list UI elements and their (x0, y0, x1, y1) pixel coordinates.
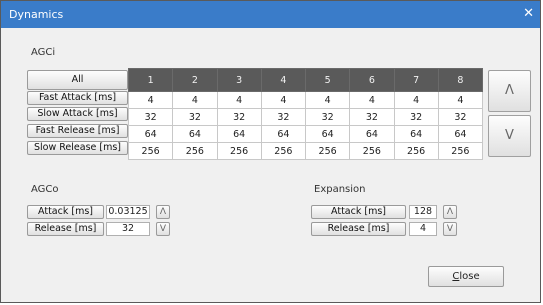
value-cell[interactable]: 4 (172, 91, 218, 109)
value-cell[interactable]: 64 (393, 125, 439, 143)
value-cell[interactable]: 32 (304, 108, 351, 126)
value-cell[interactable]: 256 (216, 142, 262, 160)
value-cell[interactable]: 256 (349, 142, 395, 160)
value-cell[interactable]: 4 (304, 91, 351, 109)
expansion-increase-button[interactable]: Λ (443, 205, 457, 219)
value-cell[interactable]: 256 (260, 142, 307, 160)
agco-attack-value[interactable]: 0.03125 (106, 205, 150, 219)
fast-attack-button[interactable]: Fast Attack [ms] (27, 91, 128, 105)
value-cell[interactable]: 64 (172, 125, 218, 143)
channel-header[interactable]: 2 (172, 68, 218, 92)
value-cell[interactable]: 4 (260, 91, 307, 109)
expansion-release-button[interactable]: Release [ms] (311, 222, 406, 236)
close-window-icon[interactable]: ✕ (523, 6, 534, 21)
agco-release-value[interactable]: 32 (106, 222, 150, 236)
value-cell[interactable]: 32 (216, 108, 262, 126)
increase-button[interactable]: Λ (488, 70, 531, 112)
title-bar: Dynamics ✕ (1, 1, 540, 28)
channel-header[interactable]: 6 (349, 68, 395, 92)
value-cell[interactable]: 4 (437, 91, 484, 109)
window-title: Dynamics (9, 8, 64, 21)
close-label: lose (459, 271, 480, 282)
value-cell[interactable]: 256 (393, 142, 439, 160)
value-cell[interactable]: 32 (260, 108, 307, 126)
channel-header-row: 1 2 3 4 5 6 7 8 (127, 68, 484, 92)
table-row: 4 4 4 4 4 4 4 4 (127, 91, 484, 109)
channel-header[interactable]: 4 (260, 68, 307, 92)
value-cell[interactable]: 256 (304, 142, 351, 160)
agco-release-button[interactable]: Release [ms] (27, 222, 104, 236)
chevron-up-icon: Λ (505, 83, 514, 98)
agco-attack-button[interactable]: Attack [ms] (27, 205, 104, 219)
expansion-release-value[interactable]: 4 (409, 222, 437, 236)
chevron-down-icon: V (505, 128, 514, 143)
channel-header[interactable]: 5 (304, 68, 351, 92)
chevron-down-icon: V (446, 224, 454, 234)
dynamics-dialog: Dynamics ✕ AGCi All Fast Attack [ms] Slo… (0, 0, 541, 303)
expansion-attack-button[interactable]: Attack [ms] (311, 205, 406, 219)
expansion-section-label: Expansion (314, 184, 366, 195)
table-row: 64 64 64 64 64 64 64 64 (127, 125, 484, 143)
value-cell[interactable]: 64 (216, 125, 262, 143)
value-cell[interactable]: 64 (437, 125, 484, 143)
value-cell[interactable]: 256 (437, 142, 484, 160)
channel-header[interactable]: 3 (216, 68, 262, 92)
channel-header[interactable]: 7 (393, 68, 439, 92)
value-cell[interactable]: 64 (127, 125, 174, 143)
channel-header[interactable]: 8 (437, 68, 484, 92)
value-cell[interactable]: 64 (260, 125, 307, 143)
agco-increase-button[interactable]: Λ (156, 205, 170, 219)
value-cell[interactable]: 32 (349, 108, 395, 126)
value-cell[interactable]: 32 (437, 108, 484, 126)
agco-section-label: AGCo (31, 184, 59, 195)
chevron-up-icon: Λ (159, 207, 167, 217)
fast-release-button[interactable]: Fast Release [ms] (27, 124, 128, 138)
slow-attack-button[interactable]: Slow Attack [ms] (27, 107, 128, 121)
agci-table: 1 2 3 4 5 6 7 8 4 4 4 4 4 4 4 4 32 32 32… (127, 68, 484, 160)
table-row: 256 256 256 256 256 256 256 256 (127, 142, 484, 160)
value-cell[interactable]: 32 (172, 108, 218, 126)
value-cell[interactable]: 4 (349, 91, 395, 109)
channel-header[interactable]: 1 (127, 68, 174, 92)
agco-decrease-button[interactable]: V (156, 222, 170, 236)
chevron-up-icon: Λ (446, 207, 454, 217)
value-cell[interactable]: 4 (127, 91, 174, 109)
value-cell[interactable]: 4 (216, 91, 262, 109)
value-cell[interactable]: 256 (172, 142, 218, 160)
value-cell[interactable]: 32 (393, 108, 439, 126)
chevron-down-icon: V (159, 224, 167, 234)
value-cell[interactable]: 32 (127, 108, 174, 126)
value-cell[interactable]: 256 (127, 142, 174, 160)
value-cell[interactable]: 64 (349, 125, 395, 143)
expansion-attack-value[interactable]: 128 (409, 205, 437, 219)
all-channels-button[interactable]: All (27, 70, 128, 90)
table-row: 32 32 32 32 32 32 32 32 (127, 108, 484, 126)
decrease-button[interactable]: V (488, 115, 531, 157)
value-cell[interactable]: 64 (304, 125, 351, 143)
agci-section-label: AGCi (31, 47, 56, 58)
value-cell[interactable]: 4 (393, 91, 439, 109)
expansion-decrease-button[interactable]: V (443, 222, 457, 236)
slow-release-button[interactable]: Slow Release [ms] (27, 141, 128, 155)
close-button[interactable]: Close (428, 266, 504, 287)
